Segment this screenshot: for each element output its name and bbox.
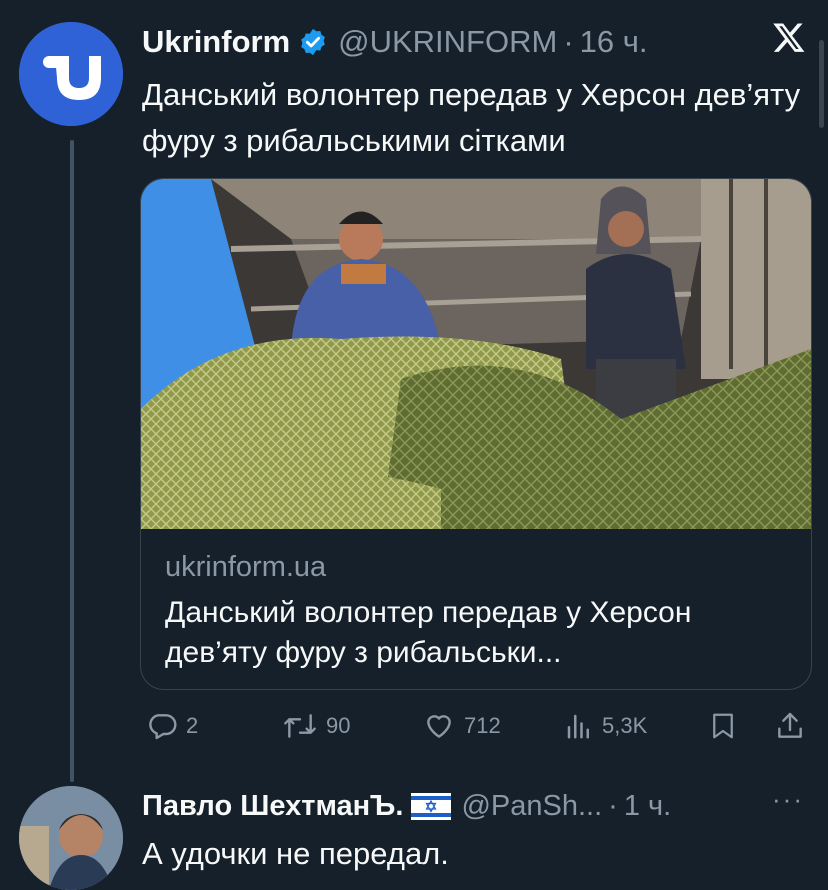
retweet-count: 90 <box>326 713 351 738</box>
retweet-icon <box>284 714 316 738</box>
like-button[interactable]: 712 <box>422 700 501 752</box>
separator-dot: · <box>608 789 618 822</box>
tweet-actions: 2 90 712 5,3K <box>140 700 812 752</box>
like-icon <box>427 715 451 738</box>
views-count: 5,3K <box>602 713 648 738</box>
reply-author-handle[interactable]: @PanSh... <box>461 790 602 823</box>
reply-header: Павло ШехтманЪ. @PanSh... · 1 ч. <box>142 784 808 828</box>
reply-author-name[interactable]: Павло ШехтманЪ. <box>142 790 403 823</box>
like-count: 712 <box>464 713 501 738</box>
author-handle[interactable]: @UKRINFORM <box>338 24 557 60</box>
card-image <box>141 179 811 529</box>
tweet-timestamp[interactable]: 16 ч. <box>580 24 648 60</box>
reply-button[interactable]: 2 <box>146 700 198 752</box>
x-logo-icon[interactable] <box>772 20 806 54</box>
verified-badge-icon <box>298 27 328 57</box>
tweet-header: Ukrinform @UKRINFORM · 16 ч. <box>142 20 808 64</box>
bookmark-button[interactable] <box>708 700 746 752</box>
israel-flag-icon <box>411 792 452 820</box>
reply-timestamp[interactable]: 1 ч. <box>624 790 671 823</box>
tweet-text: Данський волонтер передав у Херсон дев’я… <box>142 77 801 158</box>
views-icon <box>567 714 589 739</box>
share-icon <box>778 712 802 738</box>
reply-author-avatar[interactable] <box>19 786 123 890</box>
more-options-button[interactable]: ··· <box>772 784 804 824</box>
author-name[interactable]: Ukrinform <box>142 24 290 60</box>
separator-dot: · <box>563 24 574 59</box>
views-button[interactable]: 5,3K <box>564 700 647 752</box>
scrollbar[interactable] <box>819 40 824 128</box>
bookmark-icon <box>713 713 733 739</box>
thread-connector-line <box>70 140 74 782</box>
reply-count: 2 <box>186 713 199 738</box>
reply-icon <box>149 714 177 740</box>
ukrinform-logo-icon <box>19 22 123 126</box>
link-card[interactable]: ukrinform.ua Данський волонтер передав у… <box>140 178 812 690</box>
retweet-button[interactable]: 90 <box>282 700 350 752</box>
card-title: Данський волонтер передав у Херсон дев’я… <box>165 596 692 669</box>
share-button[interactable] <box>774 700 814 752</box>
card-domain: ukrinform.ua <box>165 551 327 583</box>
author-avatar[interactable] <box>19 22 123 126</box>
reply-text: А удочки не передал. <box>142 836 449 871</box>
